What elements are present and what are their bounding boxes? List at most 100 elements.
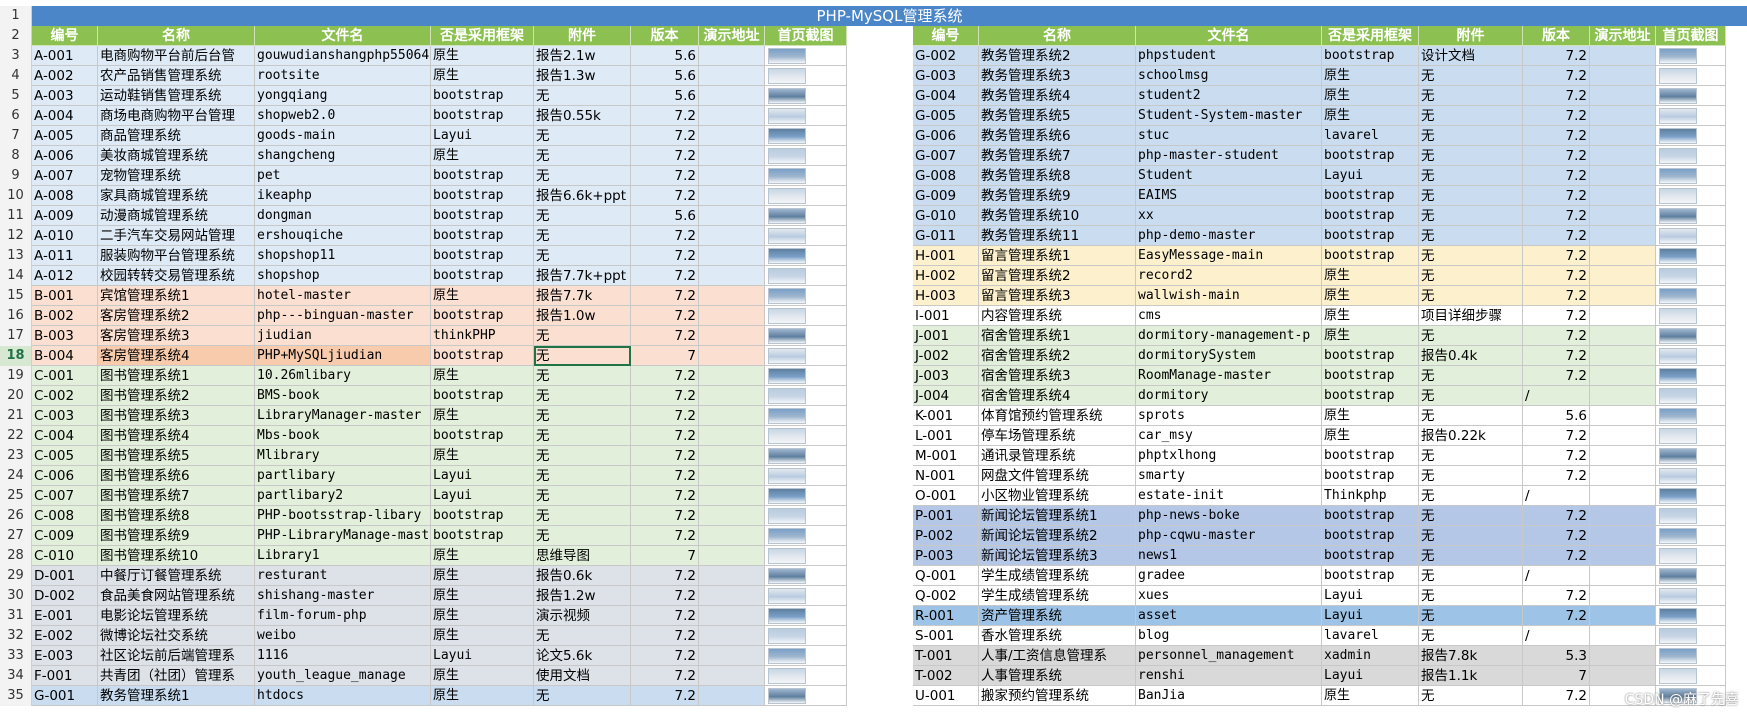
cell-fw[interactable]: 原生 xyxy=(431,666,534,686)
row-header[interactable]: 31 xyxy=(0,606,32,626)
screenshot-cell[interactable] xyxy=(765,366,847,386)
cell-name[interactable]: 二手汽车交易网站管理 xyxy=(98,226,255,246)
screenshot-thumbnail[interactable] xyxy=(768,308,806,324)
cell-att[interactable]: 无 xyxy=(1419,186,1523,206)
screenshot-thumbnail[interactable] xyxy=(1659,428,1697,444)
cell-att[interactable]: 无 xyxy=(1419,606,1523,626)
cell-file[interactable]: RoomManage-master xyxy=(1136,366,1322,386)
cell-file[interactable]: xx xyxy=(1136,206,1322,226)
demo-url-cell[interactable] xyxy=(1590,426,1656,446)
cell-file[interactable]: personnel_management xyxy=(1136,646,1322,666)
cell-att[interactable]: 报告0.6k xyxy=(534,566,631,586)
screenshot-cell[interactable] xyxy=(1656,346,1726,366)
cell-fw[interactable]: bootstrap xyxy=(1322,206,1419,226)
cell-name[interactable]: 电商购物平台前后台管 xyxy=(98,46,255,66)
column-header[interactable]: 演示地址 xyxy=(699,26,765,46)
demo-url-cell[interactable] xyxy=(1590,646,1656,666)
demo-url-cell[interactable] xyxy=(699,46,765,66)
cell-att[interactable]: 无 xyxy=(1419,206,1523,226)
cell-ver[interactable]: 7.2 xyxy=(631,246,699,266)
cell-att[interactable]: 无 xyxy=(1419,586,1523,606)
cell-ver[interactable]: 7.2 xyxy=(1523,346,1590,366)
screenshot-cell[interactable] xyxy=(1656,246,1726,266)
cell-ver[interactable]: 7.2 xyxy=(631,586,699,606)
cell-att[interactable]: 无 xyxy=(534,226,631,246)
cell-file[interactable]: EasyMessage-main xyxy=(1136,246,1322,266)
cell-att[interactable]: 无 xyxy=(534,246,631,266)
cell-att[interactable]: 无 xyxy=(534,206,631,226)
cell-name[interactable]: 社区论坛前后端管理系 xyxy=(98,646,255,666)
cell-file[interactable]: stuc xyxy=(1136,126,1322,146)
cell-ver[interactable]: 7.2 xyxy=(1523,66,1590,86)
cell-name[interactable]: 图书管理系统5 xyxy=(98,446,255,466)
screenshot-cell[interactable] xyxy=(1656,626,1726,646)
cell-fw[interactable]: Layui xyxy=(431,466,534,486)
cell-fw[interactable]: bootstrap xyxy=(431,506,534,526)
cell-ver[interactable]: 7.2 xyxy=(631,686,699,706)
cell-name[interactable]: 图书管理系统4 xyxy=(98,426,255,446)
cell-name[interactable]: 教务管理系统6 xyxy=(979,126,1136,146)
cell-ver[interactable]: 7.2 xyxy=(1523,426,1590,446)
cell-ver[interactable]: 5.6 xyxy=(631,46,699,66)
cell-att[interactable]: 无 xyxy=(1419,106,1523,126)
demo-url-cell[interactable] xyxy=(699,366,765,386)
cell-id[interactable]: N-001 xyxy=(913,466,979,486)
cell-file[interactable]: phptxlhong xyxy=(1136,446,1322,466)
screenshot-thumbnail[interactable] xyxy=(768,128,806,144)
cell-att[interactable]: 报告1.3w xyxy=(534,66,631,86)
demo-url-cell[interactable] xyxy=(1590,186,1656,206)
cell-fw[interactable]: bootstrap xyxy=(1322,566,1419,586)
screenshot-thumbnail[interactable] xyxy=(1659,168,1697,184)
cell-id[interactable]: G-011 xyxy=(913,226,979,246)
cell-name[interactable]: 客房管理系统2 xyxy=(98,306,255,326)
screenshot-thumbnail[interactable] xyxy=(768,588,806,604)
column-header[interactable]: 版本 xyxy=(631,26,699,46)
row-header[interactable]: 11 xyxy=(0,206,32,226)
cell-att[interactable]: 无 xyxy=(1419,286,1523,306)
column-header[interactable]: 附件 xyxy=(534,26,631,46)
cell-id[interactable]: A-012 xyxy=(32,266,98,286)
screenshot-cell[interactable] xyxy=(1656,306,1726,326)
screenshot-cell[interactable] xyxy=(765,86,847,106)
cell-att[interactable]: 无 xyxy=(1419,526,1523,546)
column-header[interactable]: 文件名 xyxy=(1136,26,1322,46)
cell-ver[interactable]: 7.2 xyxy=(1523,86,1590,106)
screenshot-cell[interactable] xyxy=(765,506,847,526)
cell-name[interactable]: 宿舍管理系统4 xyxy=(979,386,1136,406)
cell-id[interactable]: J-002 xyxy=(913,346,979,366)
cell-name[interactable]: 通讯录管理系统 xyxy=(979,446,1136,466)
row-header[interactable]: 8 xyxy=(0,146,32,166)
screenshot-cell[interactable] xyxy=(765,166,847,186)
screenshot-cell[interactable] xyxy=(1656,146,1726,166)
screenshot-cell[interactable] xyxy=(1656,586,1726,606)
cell-name[interactable]: 教务管理系统8 xyxy=(979,166,1136,186)
demo-url-cell[interactable] xyxy=(699,486,765,506)
cell-att[interactable]: 论文5.6k xyxy=(534,646,631,666)
screenshot-thumbnail[interactable] xyxy=(1659,508,1697,524)
cell-name[interactable]: 香水管理系统 xyxy=(979,626,1136,646)
row-header[interactable]: 34 xyxy=(0,666,32,686)
cell-fw[interactable]: 原生 xyxy=(431,686,534,706)
row-header[interactable]: 33 xyxy=(0,646,32,666)
cell-fw[interactable]: bootstrap xyxy=(431,166,534,186)
demo-url-cell[interactable] xyxy=(699,446,765,466)
cell-name[interactable]: 家具商城管理系统 xyxy=(98,186,255,206)
demo-url-cell[interactable] xyxy=(1590,366,1656,386)
cell-ver[interactable]: 5.3 xyxy=(1523,646,1590,666)
cell-id[interactable]: E-001 xyxy=(32,606,98,626)
cell-name[interactable]: 人事/工资信息管理系 xyxy=(979,646,1136,666)
demo-url-cell[interactable] xyxy=(1590,326,1656,346)
demo-url-cell[interactable] xyxy=(1590,266,1656,286)
cell-fw[interactable]: bootstrap xyxy=(1322,46,1419,66)
cell-att[interactable]: 无 xyxy=(534,506,631,526)
cell-ver[interactable]: 7.2 xyxy=(1523,266,1590,286)
screenshot-thumbnail[interactable] xyxy=(768,48,806,64)
screenshot-cell[interactable] xyxy=(1656,286,1726,306)
cell-ver[interactable]: 5.6 xyxy=(631,66,699,86)
cell-ver[interactable]: 7.2 xyxy=(631,126,699,146)
cell-ver[interactable]: 5.6 xyxy=(631,206,699,226)
demo-url-cell[interactable] xyxy=(1590,286,1656,306)
cell-ver[interactable]: 7.2 xyxy=(1523,526,1590,546)
row-header[interactable]: 32 xyxy=(0,626,32,646)
cell-att[interactable]: 报告0.22k xyxy=(1419,426,1523,446)
